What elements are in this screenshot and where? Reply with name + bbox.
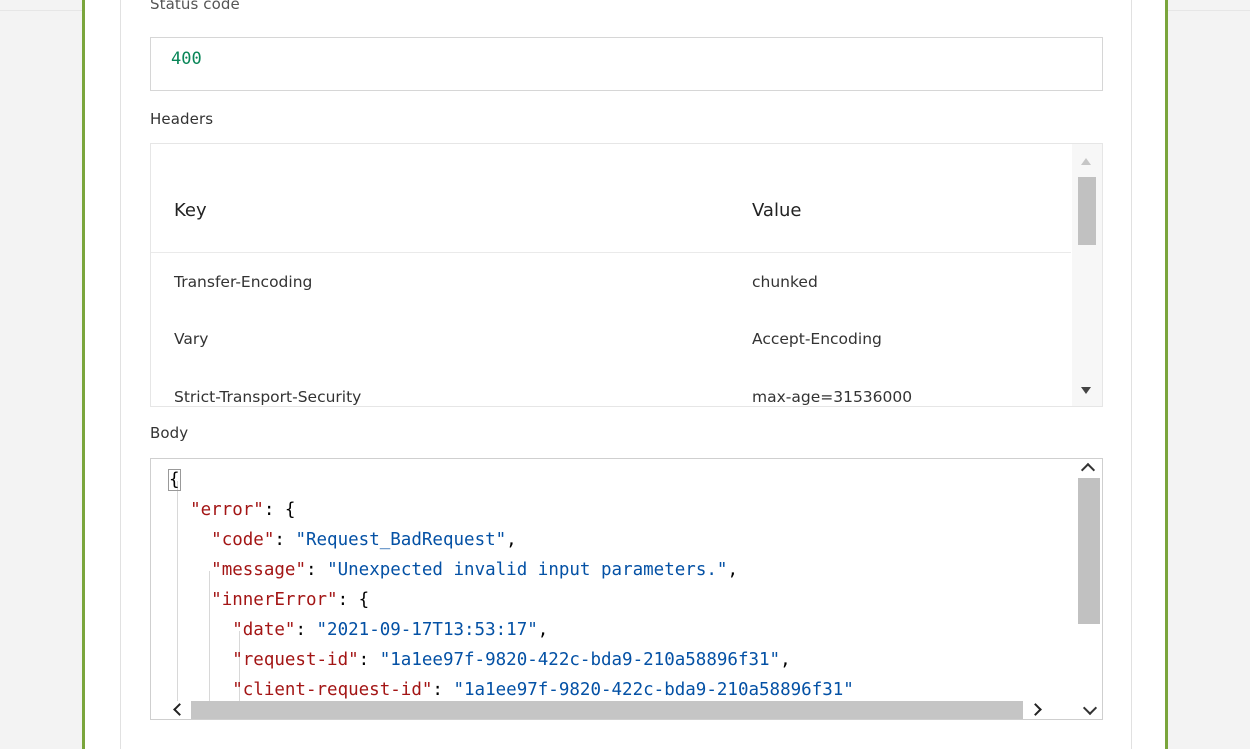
table-row-key: Vary — [174, 330, 209, 348]
json-key: "code" — [211, 530, 275, 550]
json-key: "client-request-id" — [232, 680, 433, 700]
headers-table: Key Value Transfer-Encoding chunked Vary… — [150, 143, 1103, 407]
status-code-field[interactable]: 400 — [150, 37, 1103, 91]
json-string: "1a1ee97f-9820-422c-bda9-210a58896f31" — [379, 650, 781, 670]
body-horizontal-scrollbar[interactable] — [169, 701, 1042, 719]
header-divider — [151, 252, 1071, 253]
status-code-label: Status code — [150, 0, 240, 12]
column-header-value: Value — [752, 200, 802, 221]
table-row-value: chunked — [752, 273, 818, 291]
scrollbar-thumb[interactable] — [1078, 177, 1096, 245]
json-string: "Unexpected invalid input parameters." — [327, 560, 728, 580]
json-string: "2021-09-17T13:53:17" — [316, 620, 538, 640]
scrollbar-thumb[interactable] — [191, 701, 1023, 719]
status-code-value: 400 — [171, 49, 202, 69]
json-key: "error" — [190, 500, 264, 520]
json-string: "Request_BadRequest" — [295, 530, 507, 550]
headers-scrollbar[interactable] — [1072, 144, 1102, 406]
body-vertical-scrollbar[interactable] — [1076, 459, 1102, 699]
json-brace: { — [168, 469, 181, 491]
json-body: { "error": { "code": "Request_BadRequest… — [168, 469, 854, 700]
scrollbar-thumb[interactable] — [1078, 478, 1100, 624]
table-row-key: Strict-Transport-Security — [174, 388, 362, 406]
json-key: "date" — [232, 620, 296, 640]
table-row-value: Accept-Encoding — [752, 330, 882, 348]
json-string: "1a1ee97f-9820-422c-bda9-210a58896f31" — [453, 680, 854, 700]
scroll-up-arrow-icon[interactable] — [1081, 158, 1091, 165]
chevron-left-icon[interactable] — [173, 703, 186, 716]
chevron-up-icon[interactable] — [1080, 462, 1096, 478]
body-label: Body — [150, 424, 189, 442]
headers-label: Headers — [150, 110, 214, 128]
chevron-down-icon[interactable] — [1082, 700, 1098, 716]
json-key: "message" — [211, 560, 306, 580]
json-punct: : { — [337, 590, 370, 610]
table-row-key: Transfer-Encoding — [174, 273, 313, 291]
body-code-editor[interactable]: { "error": { "code": "Request_BadRequest… — [150, 458, 1103, 720]
column-header-key: Key — [174, 200, 207, 221]
table-row-value: max-age=31536000 — [752, 388, 913, 406]
json-key: "innerError" — [211, 590, 338, 610]
json-punct: : { — [263, 500, 296, 520]
json-key: "request-id" — [232, 650, 359, 670]
scroll-down-arrow-icon[interactable] — [1081, 387, 1091, 394]
chevron-right-icon[interactable] — [1029, 703, 1042, 716]
